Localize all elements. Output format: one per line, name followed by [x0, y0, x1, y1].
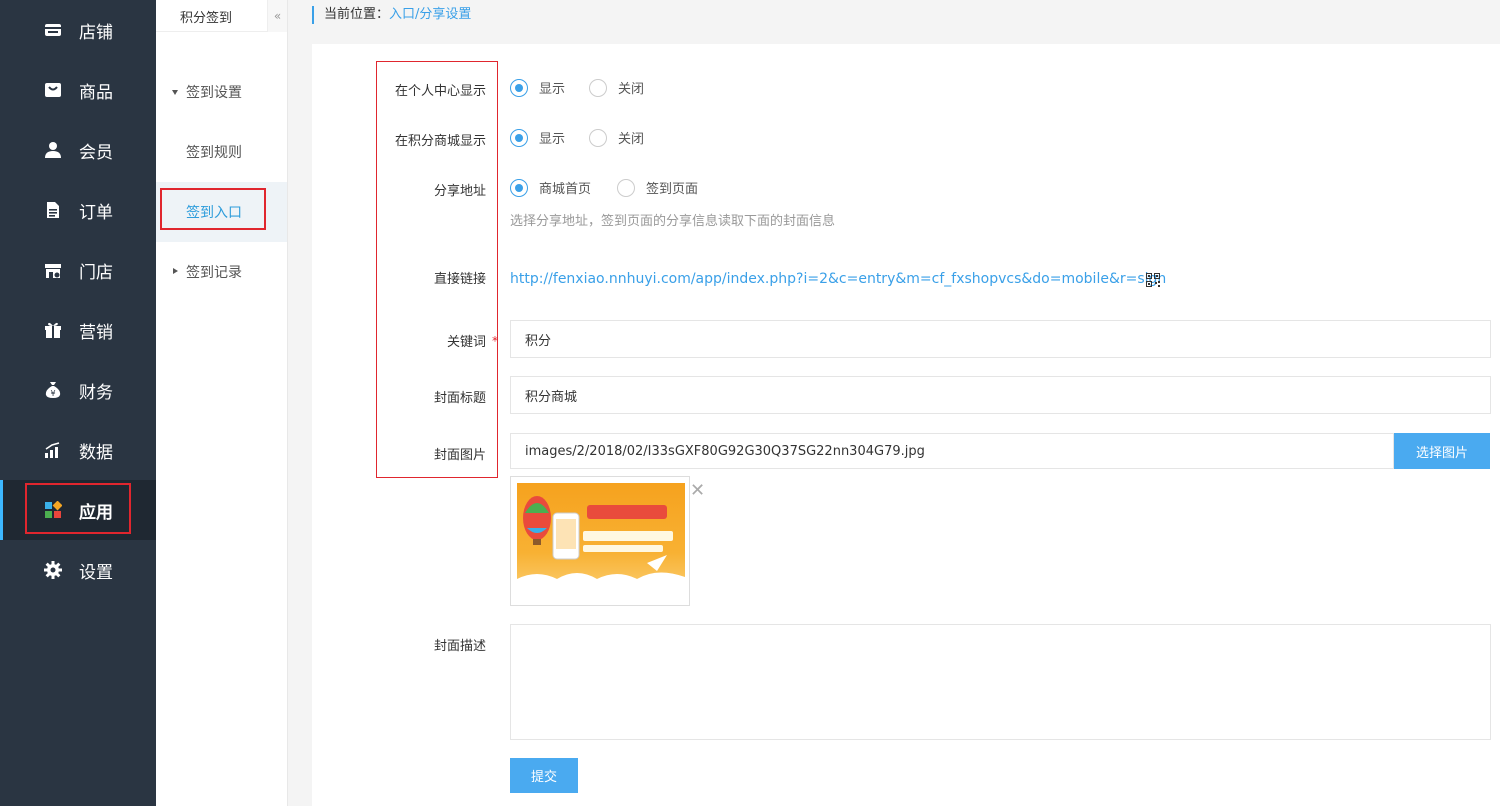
apps-icon — [45, 501, 62, 518]
breadcrumb: 当前位置：入口/分享设置 — [312, 6, 471, 24]
gear-icon — [44, 561, 62, 579]
sidebar-item-order[interactable]: 订单 — [0, 180, 156, 240]
radio-label: 关闭 — [618, 82, 645, 97]
radio-center-show[interactable]: 显示 — [510, 78, 565, 97]
share-url-help: 选择分享地址，签到页面的分享信息读取下面的封面信息 — [510, 214, 836, 229]
sidebar-item-data[interactable]: 数据 — [0, 420, 156, 480]
radio-label: 显示 — [539, 82, 566, 97]
sidebar-item-label: 订单 — [79, 202, 113, 223]
breadcrumb-link[interactable]: 入口/分享设置 — [389, 7, 471, 22]
radio-label: 显示 — [539, 132, 566, 147]
cover-title-input[interactable]: 积分商城 — [510, 376, 1491, 414]
sidebar-item-shop[interactable]: 门店 — [0, 240, 156, 300]
money-bag-icon: ¥ — [45, 382, 61, 398]
direct-link-url[interactable]: http://fenxiao.nnhuyi.com/app/index.php?… — [510, 271, 1166, 287]
sidebar-item-marketing[interactable]: 营销 — [0, 300, 156, 360]
shop-icon — [45, 264, 61, 278]
label-share-url: 分享地址 — [433, 184, 486, 199]
main-sidebar: 店铺 商品 会员 订单 门店 营销 ¥ 财务 数据 应用 设置 — [0, 0, 156, 806]
radio-dot — [510, 78, 528, 97]
subnav-group-signin-records[interactable]: 签到记录 — [156, 242, 287, 302]
order-icon — [47, 202, 59, 218]
radio-center-hide[interactable]: 关闭 — [589, 78, 644, 97]
subnav-item-signin-rules[interactable]: 签到规则 — [156, 122, 287, 182]
radio-label: 商城首页 — [539, 182, 592, 197]
sidebar-item-label: 会员 — [79, 142, 113, 163]
sidebar-item-label: 数据 — [79, 442, 113, 463]
gift-icon — [45, 322, 61, 338]
subnav-item-signin-entry[interactable]: 签到入口 — [156, 182, 287, 242]
keyword-input[interactable]: 积分 — [510, 320, 1491, 358]
label-cover-title: 封面标题 — [433, 391, 486, 406]
required-mark: * — [492, 334, 498, 348]
sidebar-item-finance[interactable]: ¥ 财务 — [0, 360, 156, 420]
radio-dot — [589, 78, 607, 97]
subnav-title: 积分签到 — [180, 11, 233, 26]
radio-label: 关闭 — [618, 132, 645, 147]
sidebar-item-label: 店铺 — [79, 22, 113, 43]
store-icon — [45, 24, 61, 36]
label-cover-desc: 封面描述 — [433, 639, 486, 654]
radio-share-signin-page[interactable]: 签到页面 — [617, 178, 698, 197]
radio-dot — [589, 128, 607, 147]
svg-text:¥: ¥ — [50, 389, 55, 398]
remove-image-icon[interactable]: ✕ — [690, 480, 705, 501]
sidebar-item-apps[interactable]: 应用 — [0, 480, 156, 540]
collapse-button[interactable]: « — [267, 0, 287, 32]
cover-desc-textarea[interactable] — [510, 624, 1491, 740]
cover-image-path-input[interactable]: images/2/2018/02/I33sGXF80G92G30Q37SG22n… — [510, 433, 1394, 469]
subnav-item-label: 签到规则 — [186, 145, 242, 161]
radio-dot — [510, 178, 528, 197]
subnav-group-signin-settings[interactable]: 签到设置 — [156, 62, 287, 122]
radio-mall-hide[interactable]: 关闭 — [589, 128, 644, 147]
sidebar-item-settings[interactable]: 设置 — [0, 540, 156, 600]
subnav-header: 积分签到 « — [156, 0, 287, 32]
sidebar-item-label: 门店 — [79, 262, 113, 283]
label-direct-link: 直接链接 — [433, 272, 486, 287]
member-icon — [45, 142, 61, 158]
breadcrumb-prefix: 当前位置： — [324, 7, 390, 22]
cover-image-illustration — [517, 496, 685, 599]
sidebar-item-goods[interactable]: 商品 — [0, 60, 156, 120]
sidebar-item-label: 财务 — [79, 382, 113, 403]
subnav-item-label: 签到记录 — [186, 265, 242, 281]
sidebar-item-label: 营销 — [79, 322, 113, 343]
subnav-item-label: 签到入口 — [186, 205, 242, 221]
chart-icon — [45, 442, 60, 458]
label-show-in-center: 在个人中心显示 — [394, 84, 486, 99]
radio-label: 签到页面 — [646, 182, 699, 197]
goods-icon — [45, 83, 61, 97]
label-cover-image: 封面图片 — [433, 448, 486, 463]
sidebar-item-label: 应用 — [79, 502, 113, 523]
radio-dot — [617, 178, 635, 197]
main-panel: 在个人中心显示 显示 关闭 在积分商城显示 显示 关闭 分享地址 商城首页 签到… — [312, 44, 1500, 806]
cover-image-preview — [517, 483, 685, 599]
sidebar-item-member[interactable]: 会员 — [0, 120, 156, 180]
radio-dot — [510, 128, 528, 147]
choose-image-button[interactable]: 选择图片 — [1394, 433, 1490, 469]
label-keyword: 关键词 — [446, 335, 486, 350]
sidebar-item-label: 商品 — [79, 82, 113, 103]
sidebar-item-store[interactable]: 店铺 — [0, 0, 156, 60]
subnav-item-label: 签到设置 — [186, 85, 242, 101]
radio-mall-show[interactable]: 显示 — [510, 128, 565, 147]
label-show-in-mall: 在积分商城显示 — [394, 134, 486, 149]
submit-button[interactable]: 提交 — [510, 758, 578, 793]
sidebar-item-label: 设置 — [79, 562, 113, 583]
sub-navigation: 积分签到 « 签到设置 签到规则 签到入口 签到记录 — [156, 0, 288, 806]
qrcode-icon[interactable] — [1146, 273, 1160, 287]
radio-share-mall-home[interactable]: 商城首页 — [510, 178, 591, 197]
cover-image-thumbnail — [510, 476, 690, 606]
